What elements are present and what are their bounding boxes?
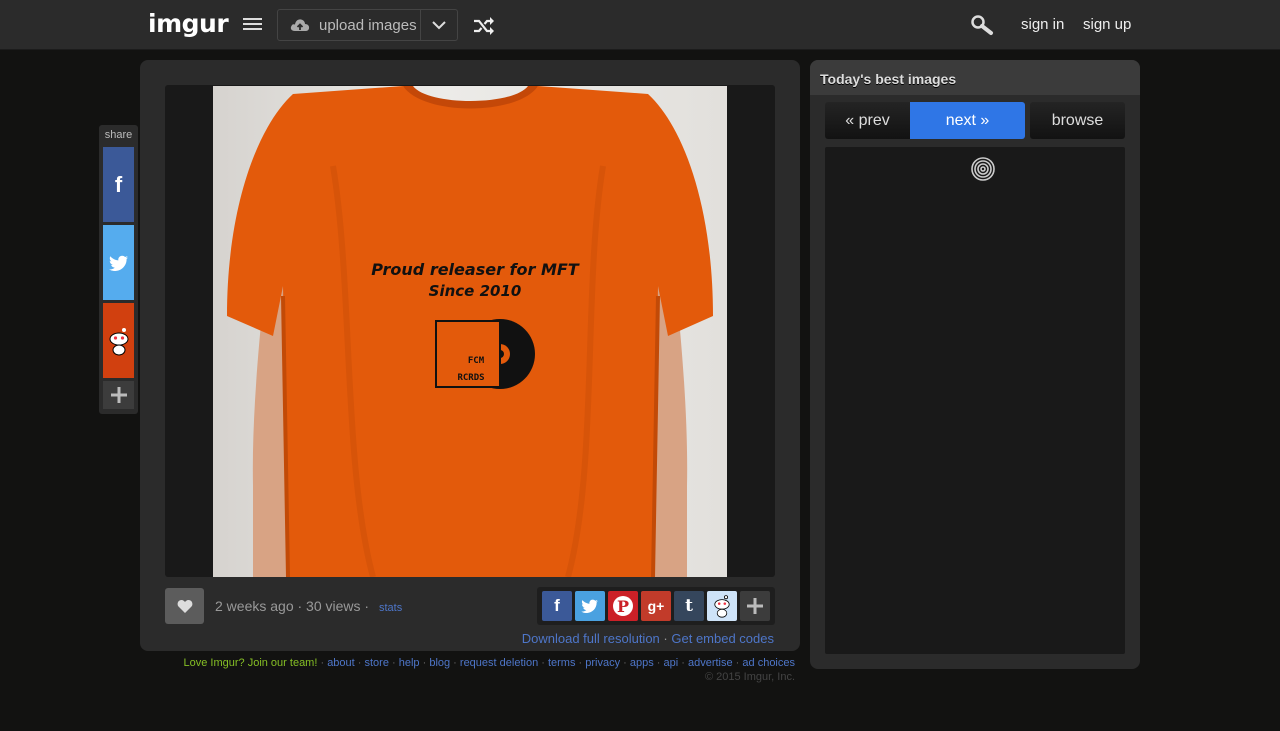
search-icon[interactable] xyxy=(970,14,994,36)
share-reddit-button[interactable] xyxy=(103,303,134,378)
cloud-upload-icon xyxy=(290,19,310,31)
download-full-resolution-link[interactable]: Download full resolution xyxy=(522,631,660,646)
share-label: share xyxy=(104,129,133,141)
footer-link-blog[interactable]: blog xyxy=(429,657,450,669)
favorite-button[interactable] xyxy=(165,588,204,624)
twitter-icon xyxy=(108,255,128,271)
footer-link-apps[interactable]: apps xyxy=(630,657,654,669)
upload-images-button[interactable]: upload images xyxy=(278,10,421,40)
tumblr-icon: t xyxy=(685,596,693,616)
pinterest-icon: P xyxy=(613,596,633,616)
next-button[interactable]: next » xyxy=(910,102,1025,139)
post-meta: 2 weeks ago · 30 views · stats xyxy=(215,598,402,614)
footer-link-api[interactable]: api xyxy=(664,657,679,669)
best-images-list xyxy=(825,147,1125,654)
footer: Love Imgur? Join our team! · about · sto… xyxy=(184,656,796,684)
join-team-link[interactable]: Love Imgur? Join our team! xyxy=(184,657,318,669)
post-time-views: 2 weeks ago · 30 views · xyxy=(215,598,370,614)
get-embed-codes-link[interactable]: Get embed codes xyxy=(671,631,774,646)
share-row-twitter-button[interactable] xyxy=(575,591,605,621)
footer-link-store[interactable]: store xyxy=(365,657,389,669)
footer-link-advertise[interactable]: advertise xyxy=(688,657,733,669)
plus-icon xyxy=(747,598,763,614)
chevron-down-icon xyxy=(432,20,446,29)
share-row-tumblr-button[interactable]: t xyxy=(674,591,704,621)
share-row-facebook-button[interactable]: f xyxy=(542,591,572,621)
share-more-button[interactable] xyxy=(103,381,134,409)
upload-images-control: upload images xyxy=(277,9,458,41)
plus-icon xyxy=(110,387,127,403)
sign-up-link[interactable]: sign up xyxy=(1083,16,1131,33)
svg-text:P: P xyxy=(617,597,629,616)
link-separator: · xyxy=(663,631,668,646)
share-row-pinterest-button[interactable]: P xyxy=(608,591,638,621)
menu-icon[interactable] xyxy=(243,18,262,32)
footer-link-privacy[interactable]: privacy xyxy=(585,657,620,669)
reddit-icon xyxy=(714,595,730,618)
footer-link-request-deletion[interactable]: request deletion xyxy=(460,657,538,669)
random-shuffle-icon[interactable] xyxy=(472,15,496,37)
gallery-nav: « prev next » browse xyxy=(825,102,1125,139)
copyright: © 2015 Imgur, Inc. xyxy=(704,671,795,683)
tshirt-photo: Proud releaser for MFT Since 2010 FCM RC… xyxy=(227,86,713,577)
footer-link-about[interactable]: about xyxy=(327,657,355,669)
sign-in-link[interactable]: sign in xyxy=(1021,16,1064,33)
twitter-icon xyxy=(581,599,598,613)
share-row-reddit-button[interactable] xyxy=(707,591,737,621)
top-bar: imgur upload images sign in sign up xyxy=(0,0,1280,50)
upload-images-label: upload images xyxy=(319,16,417,34)
upload-dropdown-button[interactable] xyxy=(421,10,457,40)
best-images-panel: Today's best images « prev next » browse xyxy=(810,60,1140,669)
share-row-more-button[interactable] xyxy=(740,591,770,621)
image-panel: Proud releaser for MFT Since 2010 FCM RC… xyxy=(140,60,800,651)
share-rail: share f xyxy=(99,125,138,414)
shirt-print-line2: Since 2010 xyxy=(429,282,522,300)
footer-link-help[interactable]: help xyxy=(399,657,420,669)
record-logo-line1: FCM xyxy=(468,356,485,366)
footer-link-terms[interactable]: terms xyxy=(548,657,576,669)
footer-link-ad-choices[interactable]: ad choices xyxy=(742,657,795,669)
image-container: Proud releaser for MFT Since 2010 FCM RC… xyxy=(165,85,775,577)
share-twitter-button[interactable] xyxy=(103,225,134,300)
stats-link[interactable]: stats xyxy=(379,602,402,614)
imgur-logo[interactable]: imgur xyxy=(148,9,229,38)
facebook-icon: f xyxy=(554,596,560,615)
share-row-google-plus-button[interactable]: g+ xyxy=(641,591,671,621)
shirt-print-line1: Proud releaser for MFT xyxy=(371,260,580,279)
best-images-title: Today's best images xyxy=(810,60,1140,95)
google-plus-icon: g+ xyxy=(647,598,665,614)
facebook-icon: f xyxy=(114,171,123,197)
download-links: Download full resolution · Get embed cod… xyxy=(522,631,774,646)
share-facebook-button[interactable]: f xyxy=(103,147,134,222)
browse-button[interactable]: browse xyxy=(1030,102,1125,139)
heart-icon xyxy=(177,599,192,613)
share-row: f P g+ t xyxy=(537,587,775,625)
record-logo-line2: RCRDS xyxy=(457,373,484,383)
post-image[interactable]: Proud releaser for MFT Since 2010 FCM RC… xyxy=(213,86,727,577)
loading-spinner-icon xyxy=(971,157,995,181)
prev-button[interactable]: « prev xyxy=(825,102,910,139)
footer-links: Love Imgur? Join our team! · about · sto… xyxy=(183,657,796,669)
reddit-icon xyxy=(109,327,128,355)
